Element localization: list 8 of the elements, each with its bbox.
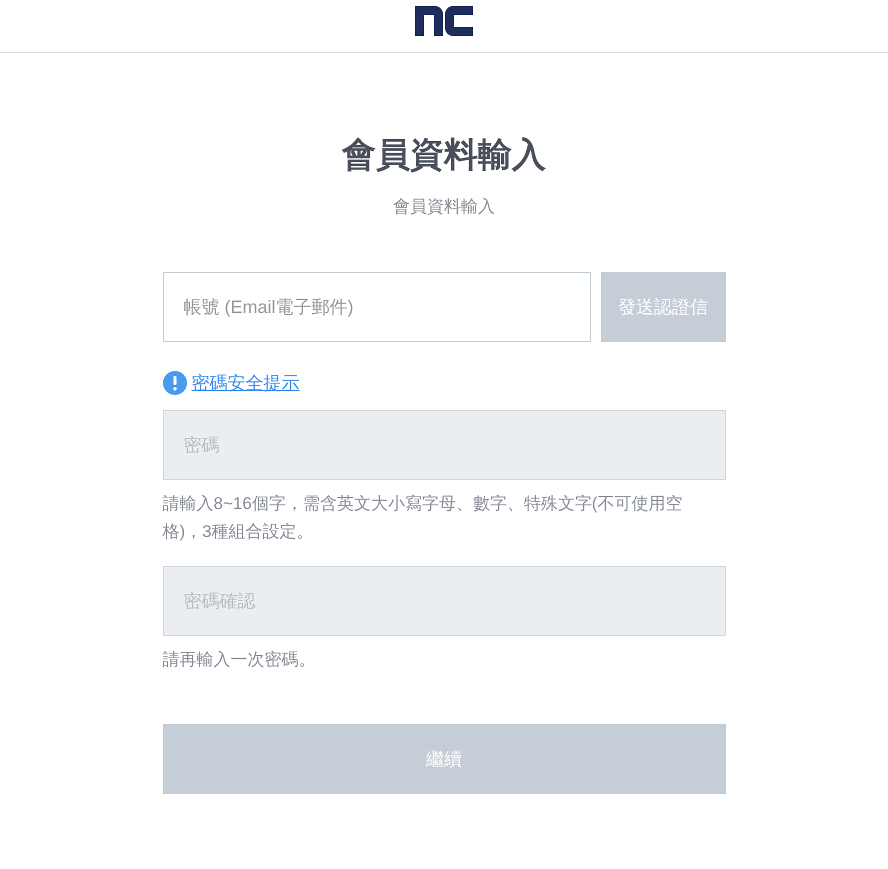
page-title: 會員資料輸入 (340, 135, 547, 176)
confirm-help-text: 請再輸入一次密碼。 (162, 649, 316, 671)
page-subtitle: 會員資料輸入 (392, 196, 496, 218)
security-tip-link[interactable]: 密碼安全提示 (192, 370, 300, 396)
logo-icon (415, 6, 473, 36)
password-help-text: 請輸入8~16個字，需含英文大小寫字母、數字、特殊文字(不可使用空格)，3種組合設定。 (162, 493, 684, 543)
alert-icon (162, 371, 186, 395)
email-field[interactable]: 帳號 (Email電子郵件) (162, 272, 590, 342)
